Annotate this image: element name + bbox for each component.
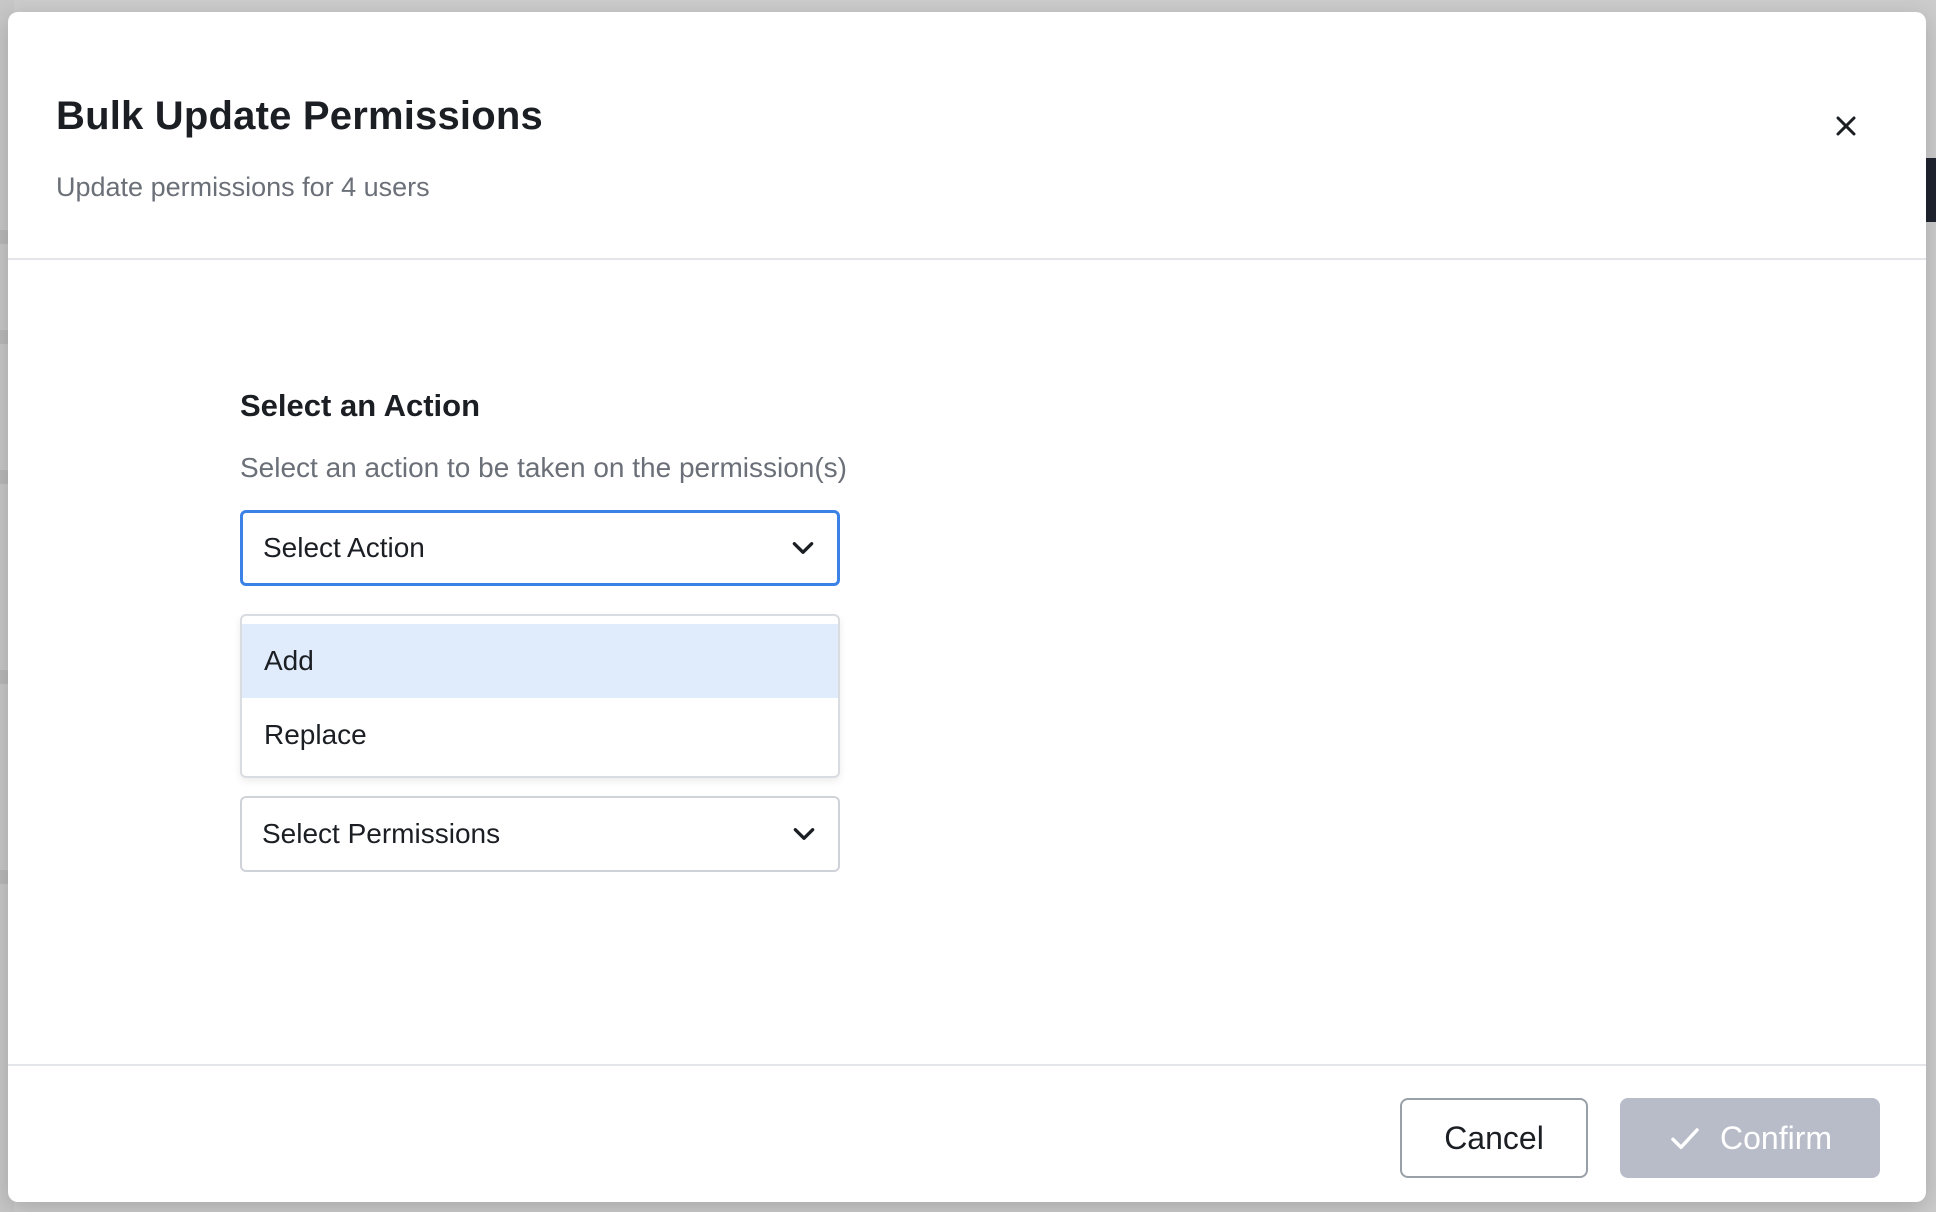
chevron-down-icon <box>790 820 818 848</box>
background-fragment <box>0 670 8 684</box>
background-fragment <box>0 870 8 884</box>
action-select[interactable]: Select Action <box>240 510 840 586</box>
background-fragment <box>0 330 8 344</box>
modal-title: Bulk Update Permissions <box>56 94 543 138</box>
confirm-button[interactable]: Confirm <box>1620 1098 1880 1178</box>
option-replace[interactable]: Replace <box>242 698 838 772</box>
section-description: Select an action to be taken on the perm… <box>240 452 848 483</box>
cancel-button[interactable]: Cancel <box>1400 1098 1588 1178</box>
check-icon <box>1668 1121 1702 1155</box>
action-dropdown-menu: Add Replace <box>240 614 840 778</box>
bulk-update-modal: Bulk Update Permissions Update permissio… <box>8 12 1926 1202</box>
modal-footer: Cancel Confirm <box>8 1064 1926 1202</box>
confirm-button-label: Confirm <box>1719 1119 1832 1156</box>
permissions-select-value: Select Permissions <box>262 818 501 849</box>
background-fragment <box>0 230 8 244</box>
close-button[interactable] <box>1824 104 1868 148</box>
option-add[interactable]: Add <box>242 624 838 698</box>
modal-subtitle: Update permissions for 4 users <box>56 172 430 202</box>
permissions-select[interactable]: Select Permissions <box>240 796 840 872</box>
close-icon <box>1836 116 1856 136</box>
modal-body: Select an Action Select an action to be … <box>8 260 1926 1066</box>
background-fragment <box>1926 158 1936 222</box>
cancel-button-label: Cancel <box>1444 1119 1544 1156</box>
action-select-value: Select Action <box>263 532 425 563</box>
section-title: Select an Action <box>240 388 481 423</box>
chevron-down-icon <box>789 534 817 562</box>
modal-header: Bulk Update Permissions Update permissio… <box>8 12 1926 260</box>
background-fragment <box>0 470 8 484</box>
